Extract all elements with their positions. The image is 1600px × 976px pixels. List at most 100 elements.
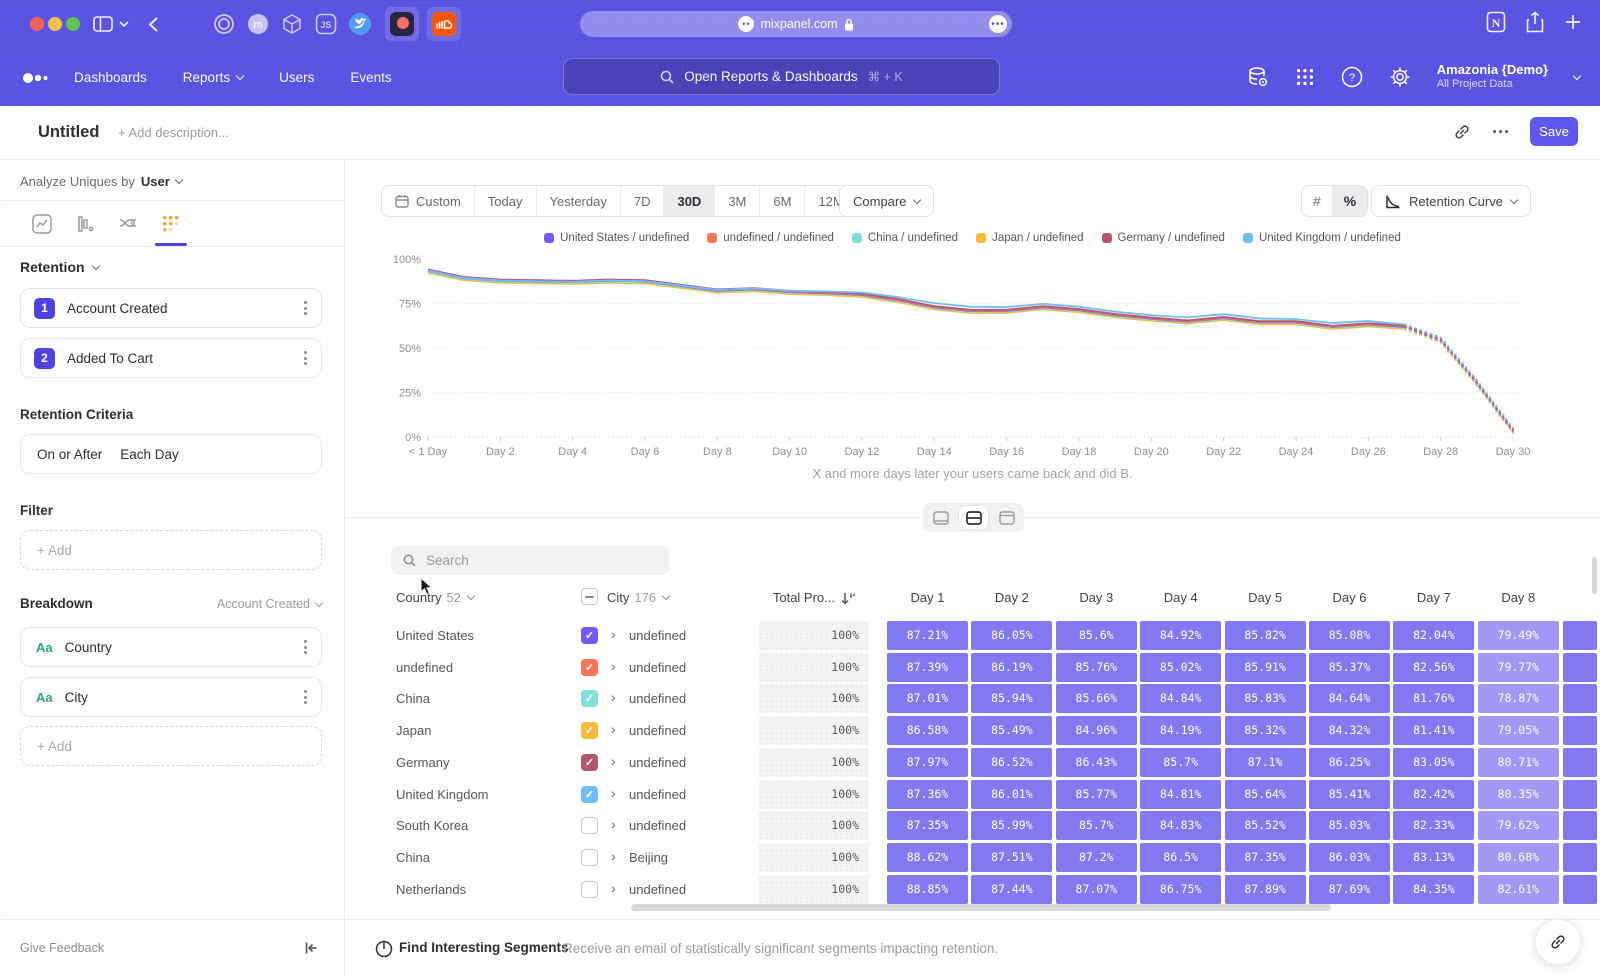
mode-absolute[interactable]: # bbox=[1302, 186, 1333, 216]
retention-cell[interactable]: 86.01% bbox=[971, 780, 1052, 809]
retention-cell[interactable]: 82.33% bbox=[1393, 811, 1474, 840]
step-card-1[interactable]: 1 Account Created bbox=[20, 288, 322, 328]
retention-cell[interactable]: 84.19% bbox=[1140, 716, 1221, 745]
expand-row-icon[interactable]: › bbox=[611, 753, 616, 769]
retention-cell-clipped[interactable] bbox=[1563, 716, 1597, 745]
retention-cell[interactable]: 80.35% bbox=[1478, 780, 1559, 809]
breakdown-property[interactable]: Country bbox=[65, 640, 112, 655]
retention-cell-clipped[interactable] bbox=[1563, 780, 1597, 809]
retention-cell[interactable]: 87.69% bbox=[1309, 875, 1390, 904]
layout-split-button[interactable] bbox=[959, 506, 988, 529]
table-row[interactable]: China›Beijing100%88.62%87.51%87.2%86.5%8… bbox=[345, 842, 1600, 874]
range-3m[interactable]: 3M bbox=[715, 186, 760, 216]
table-search-input[interactable]: Search bbox=[391, 546, 669, 575]
project-switcher[interactable]: Amazonia {Demo} All Project Data bbox=[1437, 62, 1548, 92]
retention-cell[interactable]: 80.68% bbox=[1478, 843, 1559, 872]
retention-cell[interactable]: 85.82% bbox=[1225, 621, 1306, 650]
legend-item[interactable]: United Kingdom / undefined bbox=[1243, 232, 1401, 244]
breakdown-card-country[interactable]: Aa Country bbox=[20, 627, 322, 667]
select-all-checkbox[interactable] bbox=[581, 588, 598, 605]
step-options-icon[interactable] bbox=[304, 301, 307, 315]
expand-row-icon[interactable]: › bbox=[611, 785, 616, 801]
retention-cell[interactable]: 79.49% bbox=[1478, 621, 1559, 650]
row-checkbox[interactable]: ✓ bbox=[581, 722, 598, 739]
retention-cell[interactable]: 87.97% bbox=[887, 748, 968, 777]
range-30d[interactable]: 30D bbox=[664, 186, 715, 216]
give-feedback-link[interactable]: Give Feedback bbox=[20, 941, 104, 955]
breakdown-options-icon[interactable] bbox=[304, 640, 307, 654]
global-search[interactable]: Open Reports & Dashboards ⌘ + K bbox=[563, 58, 1000, 95]
table-row[interactable]: China✓›undefined100%87.01%85.94%85.66%84… bbox=[345, 683, 1600, 715]
retention-criteria-card[interactable]: On or After Each Day bbox=[20, 434, 322, 474]
analyze-entity-selector[interactable]: User bbox=[141, 174, 170, 189]
window-minimize-button[interactable] bbox=[48, 17, 62, 31]
retention-cell[interactable]: 87.07% bbox=[1056, 875, 1137, 904]
retention-cell[interactable]: 82.56% bbox=[1393, 653, 1474, 682]
tab-flows[interactable] bbox=[117, 213, 139, 235]
row-checkbox[interactable]: ✓ bbox=[581, 786, 598, 803]
day-column-header[interactable]: Day 7 bbox=[1392, 590, 1476, 605]
retention-cell[interactable]: 87.39% bbox=[887, 653, 968, 682]
retention-cell[interactable]: 85.77% bbox=[1056, 780, 1137, 809]
retention-cell-clipped[interactable] bbox=[1563, 811, 1597, 840]
extension-soundcloud-icon[interactable] bbox=[427, 7, 461, 41]
legend-item[interactable]: Germany / undefined bbox=[1102, 232, 1225, 244]
row-checkbox[interactable] bbox=[581, 881, 598, 898]
retention-cell[interactable]: 86.43% bbox=[1056, 748, 1137, 777]
retention-cell[interactable]: 86.05% bbox=[971, 621, 1052, 650]
day-column-header[interactable]: Day 5 bbox=[1223, 590, 1307, 605]
notion-icon[interactable]: N bbox=[1486, 11, 1506, 33]
table-row[interactable]: undefined✓›undefined100%87.39%86.19%85.7… bbox=[345, 652, 1600, 684]
retention-cell[interactable]: 86.19% bbox=[971, 653, 1052, 682]
retention-line-chart[interactable]: 100%75%50%25%0%< 1 DayDay 2Day 4Day 6Day… bbox=[345, 248, 1600, 466]
back-button-icon[interactable] bbox=[144, 11, 162, 37]
retention-cell-clipped[interactable] bbox=[1563, 653, 1597, 682]
nav-reports[interactable]: Reports bbox=[183, 70, 243, 85]
retention-cell[interactable]: 85.02% bbox=[1140, 653, 1221, 682]
tab-insights[interactable] bbox=[31, 213, 53, 235]
table-row[interactable]: United States✓›undefined100%87.21%86.05%… bbox=[345, 620, 1600, 652]
retention-cell[interactable]: 87.89% bbox=[1225, 875, 1306, 904]
criteria-mode[interactable]: On or After bbox=[37, 447, 102, 462]
table-row[interactable]: Japan✓›undefined100%86.58%85.49%84.96%84… bbox=[345, 715, 1600, 747]
retention-cell[interactable]: 85.03% bbox=[1309, 811, 1390, 840]
row-checkbox[interactable]: ✓ bbox=[581, 627, 598, 644]
mode-percent[interactable]: % bbox=[1333, 186, 1367, 216]
legend-item[interactable]: undefined / undefined bbox=[707, 232, 834, 244]
retention-cell[interactable]: 85.7% bbox=[1056, 811, 1137, 840]
apps-grid-icon[interactable] bbox=[1295, 67, 1315, 87]
row-checkbox[interactable] bbox=[581, 849, 598, 866]
retention-cell[interactable]: 88.62% bbox=[887, 843, 968, 872]
breakdown-property[interactable]: City bbox=[65, 690, 88, 705]
extension-avatar-icon[interactable]: m bbox=[245, 11, 271, 37]
retention-cell[interactable]: 84.81% bbox=[1140, 780, 1221, 809]
window-close-button[interactable] bbox=[30, 17, 44, 31]
retention-cell[interactable]: 85.52% bbox=[1225, 811, 1306, 840]
filter-add-button[interactable]: + Add bbox=[20, 530, 322, 570]
row-checkbox[interactable]: ✓ bbox=[581, 690, 598, 707]
retention-cell[interactable]: 83.13% bbox=[1393, 843, 1474, 872]
retention-cell[interactable]: 85.32% bbox=[1225, 716, 1306, 745]
share-icon[interactable] bbox=[1526, 11, 1544, 33]
retention-cell[interactable]: 85.49% bbox=[971, 716, 1052, 745]
retention-cell[interactable]: 78.87% bbox=[1478, 684, 1559, 713]
chart-type-selector[interactable]: Retention Curve bbox=[1371, 185, 1531, 217]
report-title[interactable]: Untitled bbox=[38, 123, 99, 142]
retention-cell[interactable]: 81.41% bbox=[1393, 716, 1474, 745]
legend-item[interactable]: Japan / undefined bbox=[976, 232, 1083, 244]
window-zoom-button[interactable] bbox=[66, 17, 80, 31]
day-column-header[interactable]: Day 8 bbox=[1476, 590, 1560, 605]
retention-cell[interactable]: 87.21% bbox=[887, 621, 968, 650]
retention-cell[interactable]: 85.83% bbox=[1225, 684, 1306, 713]
extension-js-icon[interactable]: JS bbox=[313, 11, 339, 37]
retention-cell[interactable]: 84.96% bbox=[1056, 716, 1137, 745]
breakdown-options-icon[interactable] bbox=[304, 690, 307, 704]
table-row[interactable]: Netherlands›undefined100%88.85%87.44%87.… bbox=[345, 874, 1600, 906]
retention-cell[interactable]: 85.7% bbox=[1140, 748, 1221, 777]
retention-cell[interactable]: 85.76% bbox=[1056, 653, 1137, 682]
share-link-fab[interactable] bbox=[1535, 919, 1581, 965]
retention-cell[interactable]: 85.6% bbox=[1056, 621, 1137, 650]
retention-section-header[interactable]: Retention bbox=[20, 259, 99, 275]
retention-cell[interactable]: 83.05% bbox=[1393, 748, 1474, 777]
retention-cell-clipped[interactable] bbox=[1563, 748, 1597, 777]
